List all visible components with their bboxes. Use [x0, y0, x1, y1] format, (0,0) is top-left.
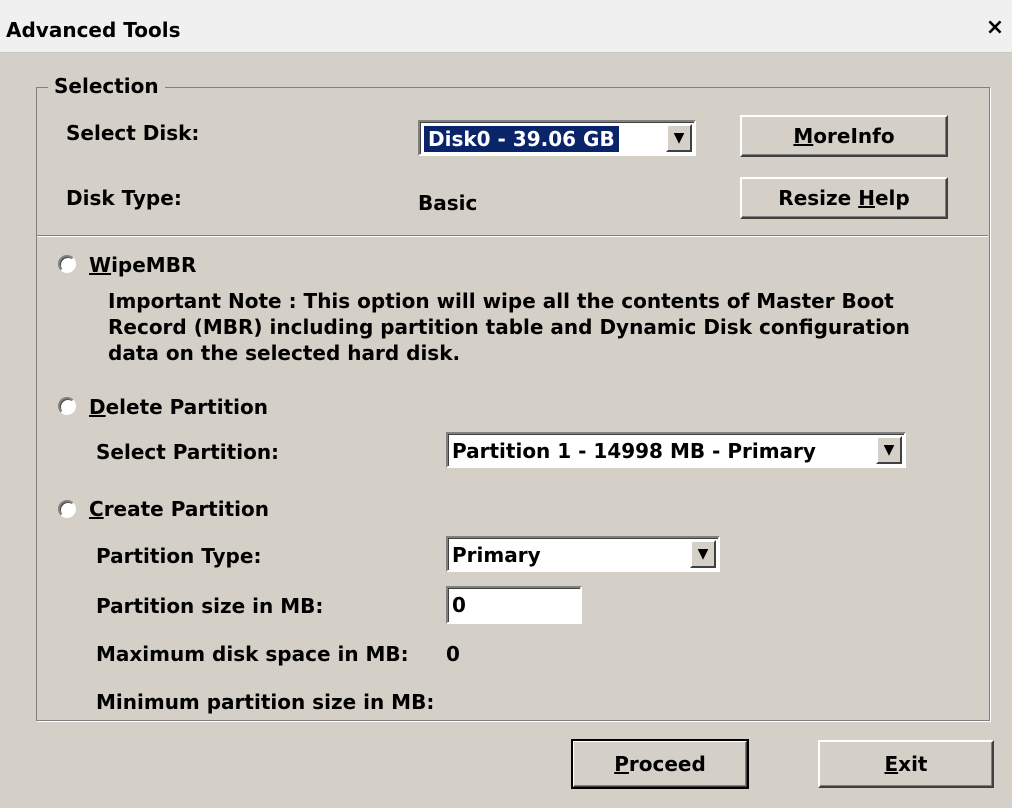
disk-type-label: Disk Type:: [66, 186, 182, 210]
close-icon[interactable]: ×: [984, 17, 1006, 40]
dropdown-arrow-icon[interactable]: ▼: [690, 540, 716, 568]
partition-type-label: Partition Type:: [96, 544, 262, 568]
window-title: Advanced Tools: [6, 18, 181, 42]
wipembr-radio[interactable]: [58, 255, 76, 273]
partition-size-input[interactable]: [446, 586, 582, 624]
resize-help-button[interactable]: Resize Help: [740, 177, 948, 219]
partition-select-value: Partition 1 - 14998 MB - Primary: [452, 439, 816, 463]
selection-legend: Selection: [48, 74, 165, 98]
partition-type-select[interactable]: Primary ▼: [446, 536, 720, 572]
disk-select[interactable]: Disk0 - 39.06 GB ▼: [418, 120, 696, 156]
delete-partition-label[interactable]: Delete Partition: [89, 395, 268, 419]
disk-select-value: Disk0 - 39.06 GB: [424, 126, 619, 152]
create-partition-radio[interactable]: [58, 500, 76, 518]
section-divider: [37, 235, 988, 237]
dropdown-arrow-icon[interactable]: ▼: [666, 124, 692, 152]
delete-partition-radio[interactable]: [58, 397, 76, 415]
exit-button[interactable]: Exit: [818, 740, 994, 788]
wipembr-note: Important Note : This option will wipe a…: [108, 289, 910, 365]
moreinfo-button[interactable]: MoreInfo: [740, 115, 948, 157]
partition-size-label: Partition size in MB:: [96, 594, 324, 618]
min-size-label: Minimum partition size in MB:: [96, 690, 435, 714]
select-partition-label: Select Partition:: [96, 440, 280, 464]
select-disk-label: Select Disk:: [66, 121, 200, 145]
proceed-button[interactable]: Proceed: [571, 739, 749, 789]
partition-select[interactable]: Partition 1 - 14998 MB - Primary ▼: [446, 432, 906, 468]
dropdown-arrow-icon[interactable]: ▼: [876, 436, 902, 464]
wipembr-label[interactable]: WipeMBR: [89, 253, 196, 277]
max-space-label: Maximum disk space in MB:: [96, 642, 409, 666]
disk-type-value: Basic: [418, 191, 478, 215]
partition-type-value: Primary: [452, 543, 541, 567]
create-partition-label[interactable]: Create Partition: [89, 497, 269, 521]
max-space-value: 0: [446, 642, 460, 666]
title-bar: Advanced Tools ×: [0, 0, 1012, 53]
